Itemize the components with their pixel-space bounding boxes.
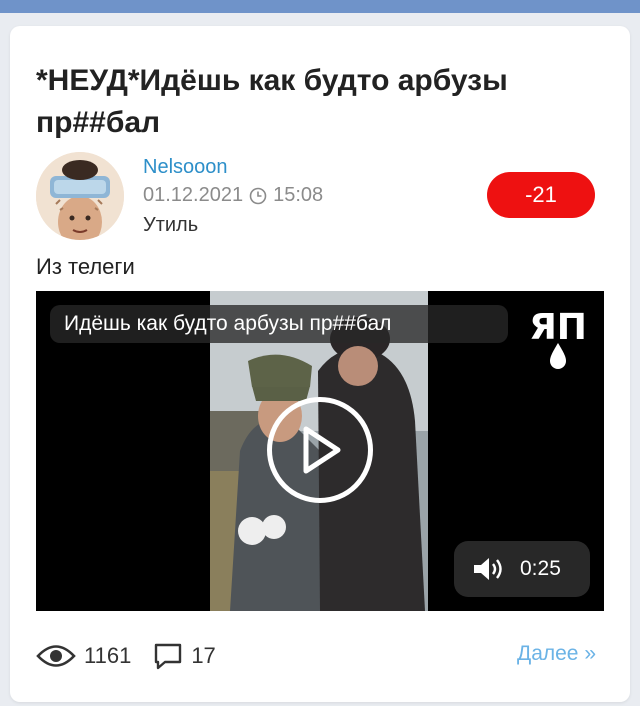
yap-logo-icon: ЯП	[529, 307, 587, 369]
avatar[interactable]	[36, 152, 124, 240]
comments-stat[interactable]: 17	[153, 642, 216, 670]
post-category[interactable]: Утиль	[143, 214, 198, 237]
eye-icon	[36, 645, 76, 667]
post-text: Из телеги	[36, 254, 135, 279]
comment-icon	[155, 643, 182, 670]
volume-icon[interactable]	[472, 555, 506, 583]
views-count: 1161	[84, 643, 132, 668]
video-controls: 0:25	[454, 541, 590, 597]
play-icon	[303, 426, 341, 474]
post-meta: 01.12.2021 15:08	[143, 184, 323, 207]
post-card: *НЕУД*Идёшь как будто арбузы пр##бал Nel…	[10, 26, 630, 702]
views-stat: 1161	[36, 643, 131, 669]
post-time: 15:08	[273, 184, 324, 206]
svg-text:ЯП: ЯП	[529, 307, 587, 348]
post-title[interactable]: *НЕУД*Идёшь как будто арбузы пр##бал	[36, 60, 596, 144]
comments-count: 17	[191, 643, 216, 668]
video-duration: 0:25	[520, 557, 561, 580]
rating-badge[interactable]: -21	[487, 172, 595, 218]
video-title: Идёшь как будто арбузы пр##бал	[50, 305, 508, 343]
clock-icon	[249, 187, 267, 204]
top-bar	[0, 0, 640, 13]
read-more-link[interactable]: Далее »	[517, 642, 596, 666]
video-player[interactable]: Идёшь как будто арбузы пр##бал ЯП 0:25	[36, 291, 604, 611]
play-button[interactable]	[267, 397, 373, 503]
post-footer: 1161 17 Далее »	[36, 638, 596, 674]
post-date: 01.12.2021	[143, 184, 244, 206]
author-link[interactable]: Nelsooon	[143, 156, 228, 179]
